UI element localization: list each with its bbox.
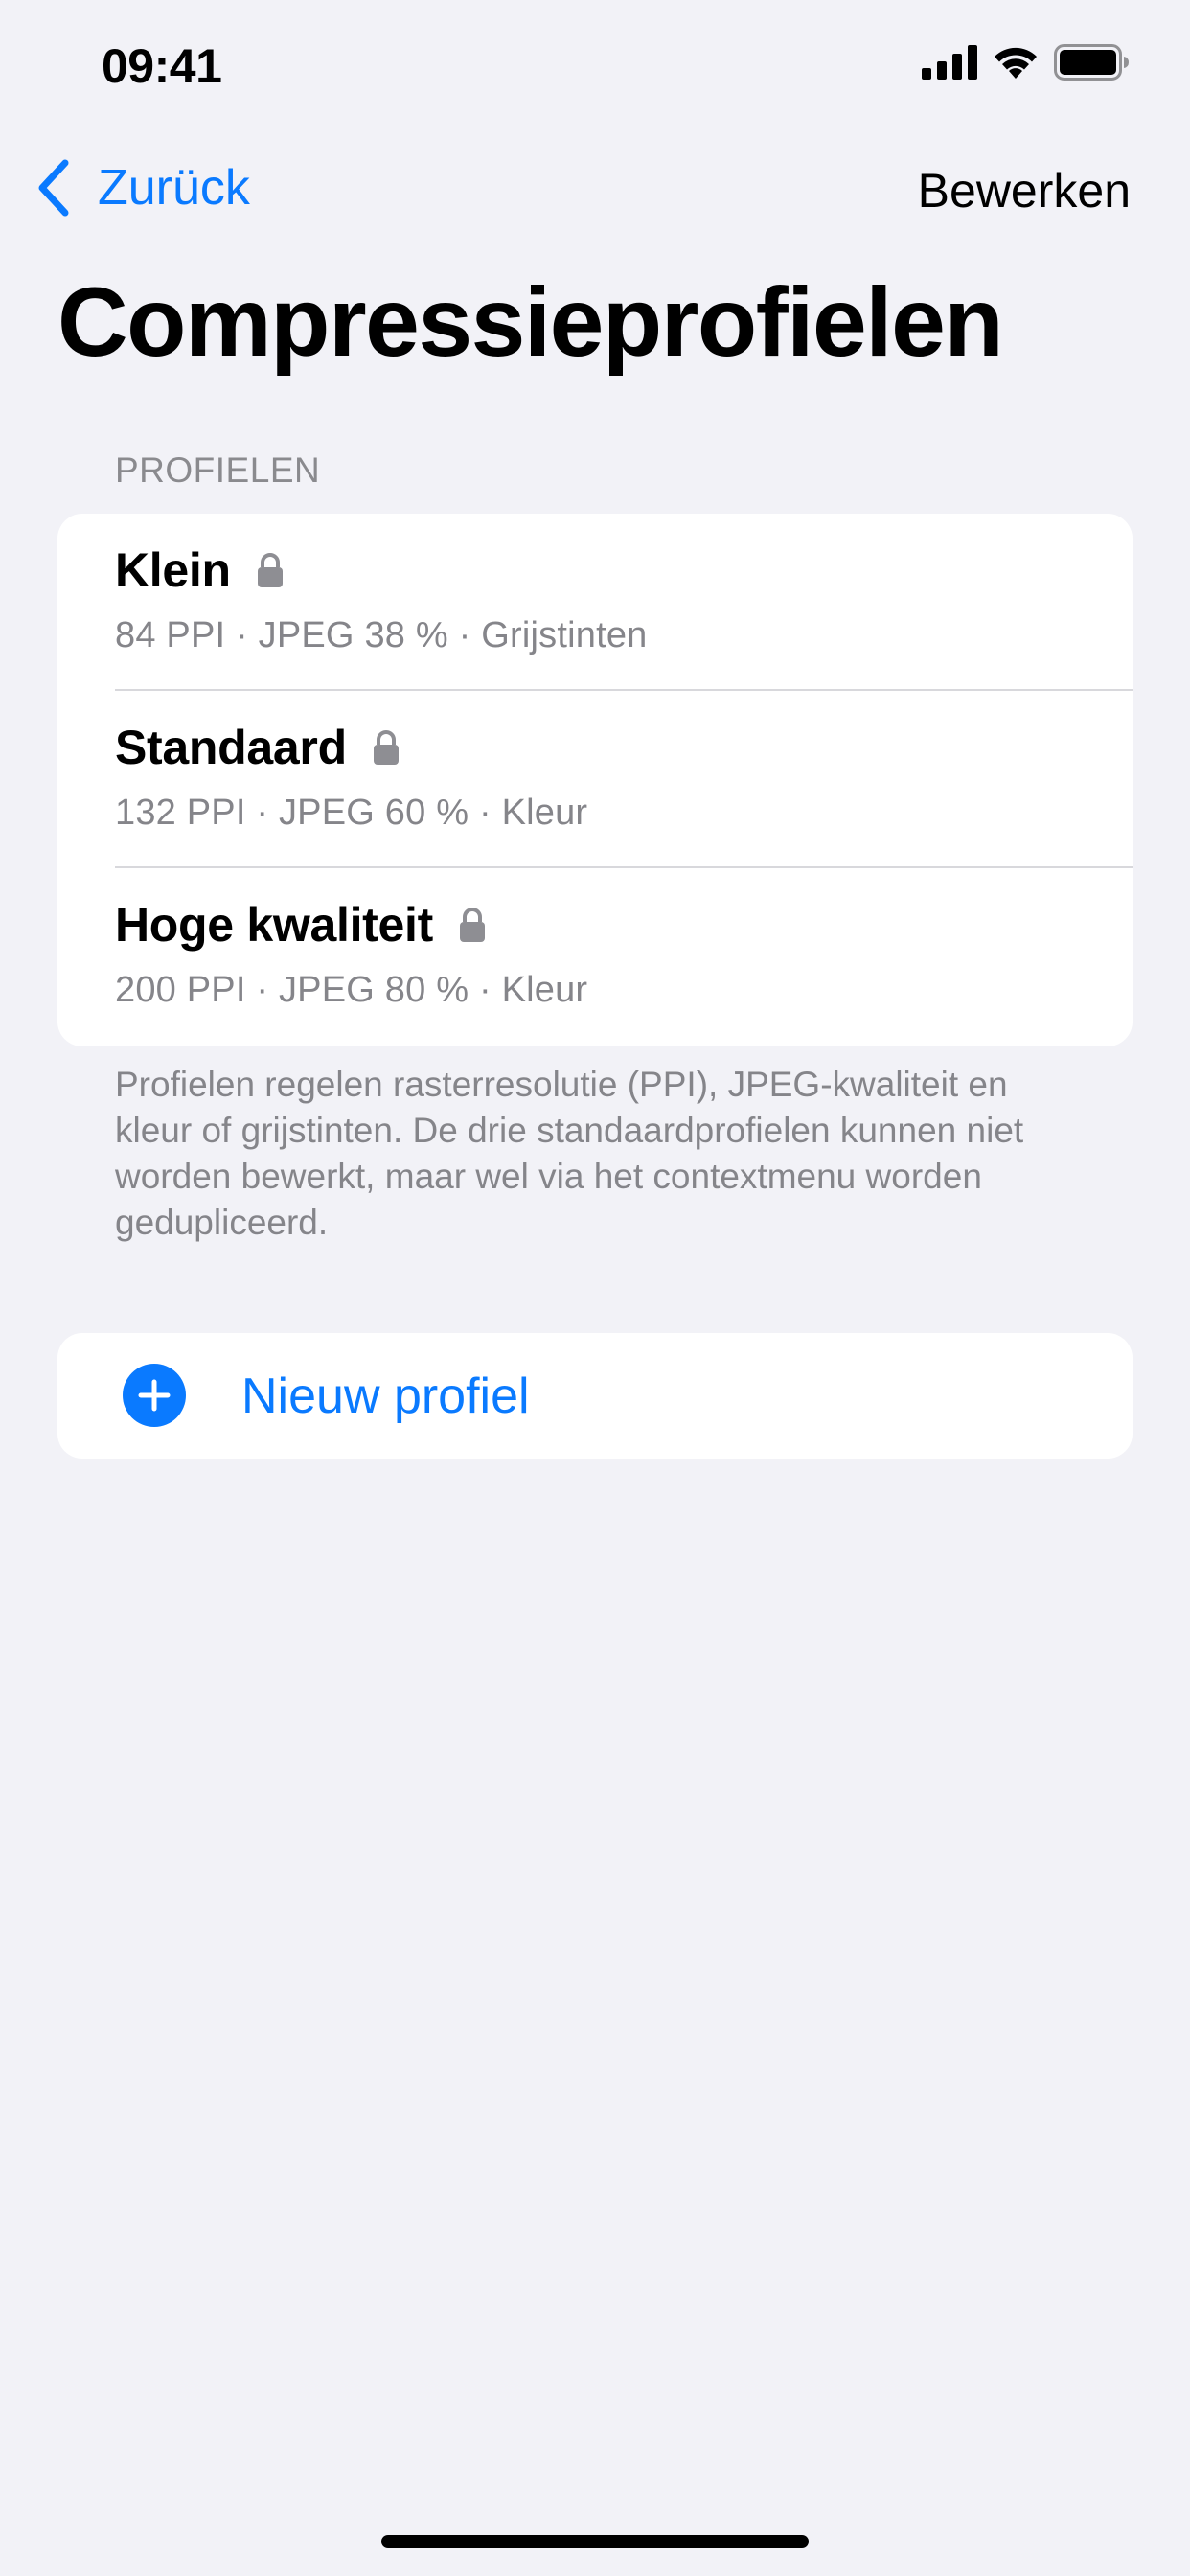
profile-detail: 132 PPI · JPEG 60 % · Kleur	[115, 793, 588, 833]
profile-row-standaard[interactable]: Standaard 132 PPI · JPEG 60 % · Kleur	[57, 691, 1133, 868]
profile-row-klein[interactable]: Klein 84 PPI · JPEG 38 % · Grijstinten	[57, 514, 1133, 691]
profile-detail: 200 PPI · JPEG 80 % · Kleur	[115, 970, 588, 1010]
back-label: Zurück	[98, 160, 250, 216]
battery-icon	[1054, 44, 1129, 80]
page-title: Compressieprofielen	[57, 267, 1004, 377]
status-time: 09:41	[102, 39, 222, 93]
profile-name: Standaard	[115, 721, 347, 774]
plus-circle-icon	[123, 1364, 186, 1427]
profile-title-line: Hoge kwaliteit	[115, 897, 487, 953]
profile-row-hoge-kwaliteit[interactable]: Hoge kwaliteit 200 PPI · JPEG 80 % · Kle…	[57, 868, 1133, 1046]
section-header: PROFIELEN	[115, 450, 321, 490]
navigation-bar: Zurück Bewerken	[0, 144, 1190, 240]
new-profile-button[interactable]: Nieuw profiel	[57, 1333, 1133, 1459]
cellular-signal-icon	[922, 45, 977, 80]
edit-button[interactable]: Bewerken	[918, 163, 1131, 218]
profile-name: Hoge kwaliteit	[115, 898, 433, 952]
lock-icon	[459, 908, 485, 942]
profiles-list: Klein 84 PPI · JPEG 38 % · Grijstinten S…	[57, 514, 1133, 1046]
profile-name: Klein	[115, 543, 231, 597]
profile-detail: 84 PPI · JPEG 38 % · Grijstinten	[115, 615, 648, 656]
wifi-icon	[995, 47, 1037, 79]
section-footer-note: Profielen regelen rasterresolutie (PPI),…	[115, 1065, 1024, 1242]
chevron-left-icon	[38, 159, 69, 217]
new-profile-label: Nieuw profiel	[241, 1368, 530, 1424]
back-button[interactable]: Zurück	[34, 159, 250, 217]
home-indicator	[381, 2535, 809, 2548]
status-icons	[922, 44, 1131, 80]
status-bar: 09:41	[0, 0, 1190, 128]
lock-icon	[257, 553, 283, 587]
profile-title-line: Klein	[115, 542, 285, 598]
profile-title-line: Standaard	[115, 720, 400, 775]
lock-icon	[373, 730, 399, 765]
